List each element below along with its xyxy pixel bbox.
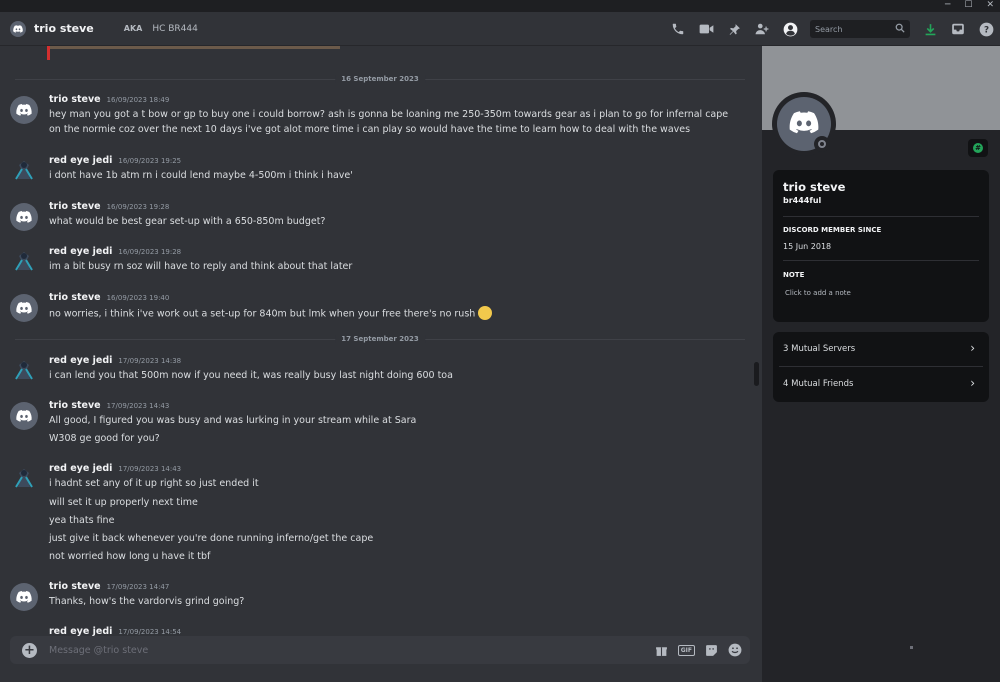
message-author[interactable]: red eye jedi 17/09/2023 14:43	[49, 463, 181, 474]
message-timestamp: 16/09/2023 19:25	[118, 157, 182, 165]
message-text: hey man you got a t bow or gp to buy one…	[49, 109, 729, 120]
attach-plus-icon[interactable]: +	[22, 642, 37, 658]
profile-info-card: trio steve br444ful DISCORD MEMBER SINCE…	[773, 170, 989, 322]
message-timestamp: 17/09/2023 14:38	[118, 357, 182, 365]
message-composer[interactable]: + Message @trio steve GIF	[10, 636, 750, 664]
search-placeholder: Search	[815, 24, 843, 34]
message-text: i can lend you that 500m now if you need…	[49, 370, 453, 381]
avatar[interactable]	[10, 402, 38, 430]
minimize-icon[interactable]: ─	[945, 0, 950, 11]
date-divider: 17 September 2023	[15, 335, 745, 343]
message-author[interactable]: red eye jedi 16/09/2023 19:25	[49, 155, 181, 166]
message-timestamp: 17/09/2023 14:43	[106, 402, 170, 410]
message-timestamp: 16/09/2023 19:28	[106, 203, 170, 211]
chevron-right-icon: ›	[970, 376, 975, 390]
previous-embed-strip	[47, 46, 340, 49]
window-controls: ─ ☐ ✕	[945, 0, 994, 11]
channel-header: trio steve AKA HC BR444 Search ?	[0, 12, 1000, 46]
close-icon[interactable]: ✕	[986, 0, 994, 11]
note-input[interactable]: Click to add a note	[785, 289, 851, 297]
search-icon	[895, 23, 905, 33]
message-timestamp: 17/09/2023 14:54	[118, 628, 182, 636]
help-icon[interactable]: ?	[972, 12, 1000, 46]
embed-accent-bar	[47, 46, 50, 60]
voice-call-icon[interactable]	[664, 12, 692, 46]
message-text: W308 ge good for you?	[49, 433, 160, 444]
message-text: not worried how long u have it tbf	[49, 551, 211, 562]
message-author[interactable]: red eye jedi 16/09/2023 19:28	[49, 246, 181, 257]
download-icon[interactable]	[916, 12, 944, 46]
message-author[interactable]: red eye jedi 17/09/2023 14:38	[49, 355, 181, 366]
header-toolbar: Search ?	[664, 12, 1000, 46]
avatar[interactable]	[10, 96, 38, 124]
message-author[interactable]: trio steve 16/09/2023 19:40	[49, 292, 169, 303]
message-timestamp: 17/09/2023 14:43	[118, 465, 182, 473]
svg-text:?: ?	[983, 25, 988, 35]
gift-icon[interactable]	[655, 644, 668, 657]
profile-display-name: trio steve	[783, 180, 846, 194]
pin-icon[interactable]	[720, 12, 748, 46]
note-label: NOTE	[783, 271, 805, 279]
offline-status-icon	[814, 136, 830, 152]
sticker-icon[interactable]	[705, 644, 718, 657]
member-since-label: DISCORD MEMBER SINCE	[783, 226, 882, 234]
gif-icon[interactable]: GIF	[677, 644, 695, 656]
message-list[interactable]: 16 September 2023 trio steve 16/09/2023 1…	[0, 46, 762, 638]
avatar[interactable]	[10, 357, 38, 385]
message-author[interactable]: trio steve 16/09/2023 19:28	[49, 201, 169, 212]
message-text: i dont have 1b atm rn i could lend maybe…	[49, 170, 353, 181]
message-text: no worries, i think i've work out a set-…	[49, 306, 493, 321]
avatar[interactable]	[10, 294, 38, 322]
add-friend-icon[interactable]	[748, 12, 776, 46]
mutuals-card: 3 Mutual Servers › 4 Mutual Friends ›	[773, 332, 989, 402]
header-title: trio steve	[34, 22, 94, 35]
date-divider: 16 September 2023	[15, 75, 745, 83]
search-input[interactable]: Search	[810, 20, 910, 38]
video-call-icon[interactable]	[692, 12, 720, 46]
slight-frown-emoji-icon	[478, 306, 493, 320]
profile-username: br444ful	[783, 196, 822, 205]
composer-actions: GIF	[655, 636, 742, 664]
message-timestamp: 16/09/2023 18:49	[106, 96, 170, 104]
avatar[interactable]	[10, 248, 38, 276]
message-timestamp: 16/09/2023 19:28	[118, 248, 182, 256]
message-text: All good, I figured you was busy and was…	[49, 415, 417, 426]
chevron-right-icon: ›	[970, 341, 975, 355]
nitro-badge-icon[interactable]: #	[968, 139, 988, 157]
message-text: will set it up properly next time	[49, 497, 198, 508]
title-bar: ─ ☐ ✕	[0, 0, 1000, 12]
avatar[interactable]	[10, 203, 38, 231]
message-timestamp: 17/09/2023 14:47	[106, 583, 170, 591]
mutual-friends-row[interactable]: 4 Mutual Friends ›	[783, 367, 979, 401]
message-input[interactable]: Message @trio steve	[49, 645, 148, 656]
avatar[interactable]	[10, 465, 38, 493]
message-text: im a bit busy rn soz will have to reply …	[49, 261, 353, 272]
emoji-icon[interactable]	[728, 643, 742, 657]
header-avatar[interactable]	[10, 20, 26, 37]
message-author[interactable]: trio steve 17/09/2023 14:47	[49, 581, 169, 592]
inbox-icon[interactable]	[944, 12, 972, 46]
scrollbar-thumb[interactable]	[754, 362, 759, 386]
message-text: i hadnt set any of it up right so just e…	[49, 478, 259, 489]
message-text: yea thats fine	[49, 515, 115, 526]
message-text: on the normie coz over the next 10 days …	[49, 124, 691, 135]
message-text: Thanks, how's the vardorvis grind going?	[49, 596, 245, 607]
user-profile-icon[interactable]	[776, 12, 804, 46]
divider	[783, 216, 979, 217]
mutual-servers-row[interactable]: 3 Mutual Servers ›	[783, 332, 979, 366]
message-text: just give it back whenever you're done r…	[49, 533, 374, 544]
message-author[interactable]: trio steve 16/09/2023 18:49	[49, 94, 169, 105]
divider	[783, 260, 979, 261]
user-profile-panel: # trio steve br444ful DISCORD MEMBER SIN…	[762, 46, 1000, 682]
aka-tag: HC BR444	[152, 23, 198, 34]
mouse-cursor	[910, 646, 913, 649]
member-since-date: 15 Jun 2018	[783, 242, 832, 251]
aka-label: AKA	[123, 24, 143, 33]
avatar[interactable]	[10, 157, 38, 185]
message-text: what would be best gear set-up with a 65…	[49, 216, 326, 227]
maximize-icon[interactable]: ☐	[964, 0, 972, 11]
message-author[interactable]: trio steve 17/09/2023 14:43	[49, 400, 169, 411]
message-timestamp: 16/09/2023 19:40	[106, 294, 170, 302]
avatar[interactable]	[10, 583, 38, 611]
